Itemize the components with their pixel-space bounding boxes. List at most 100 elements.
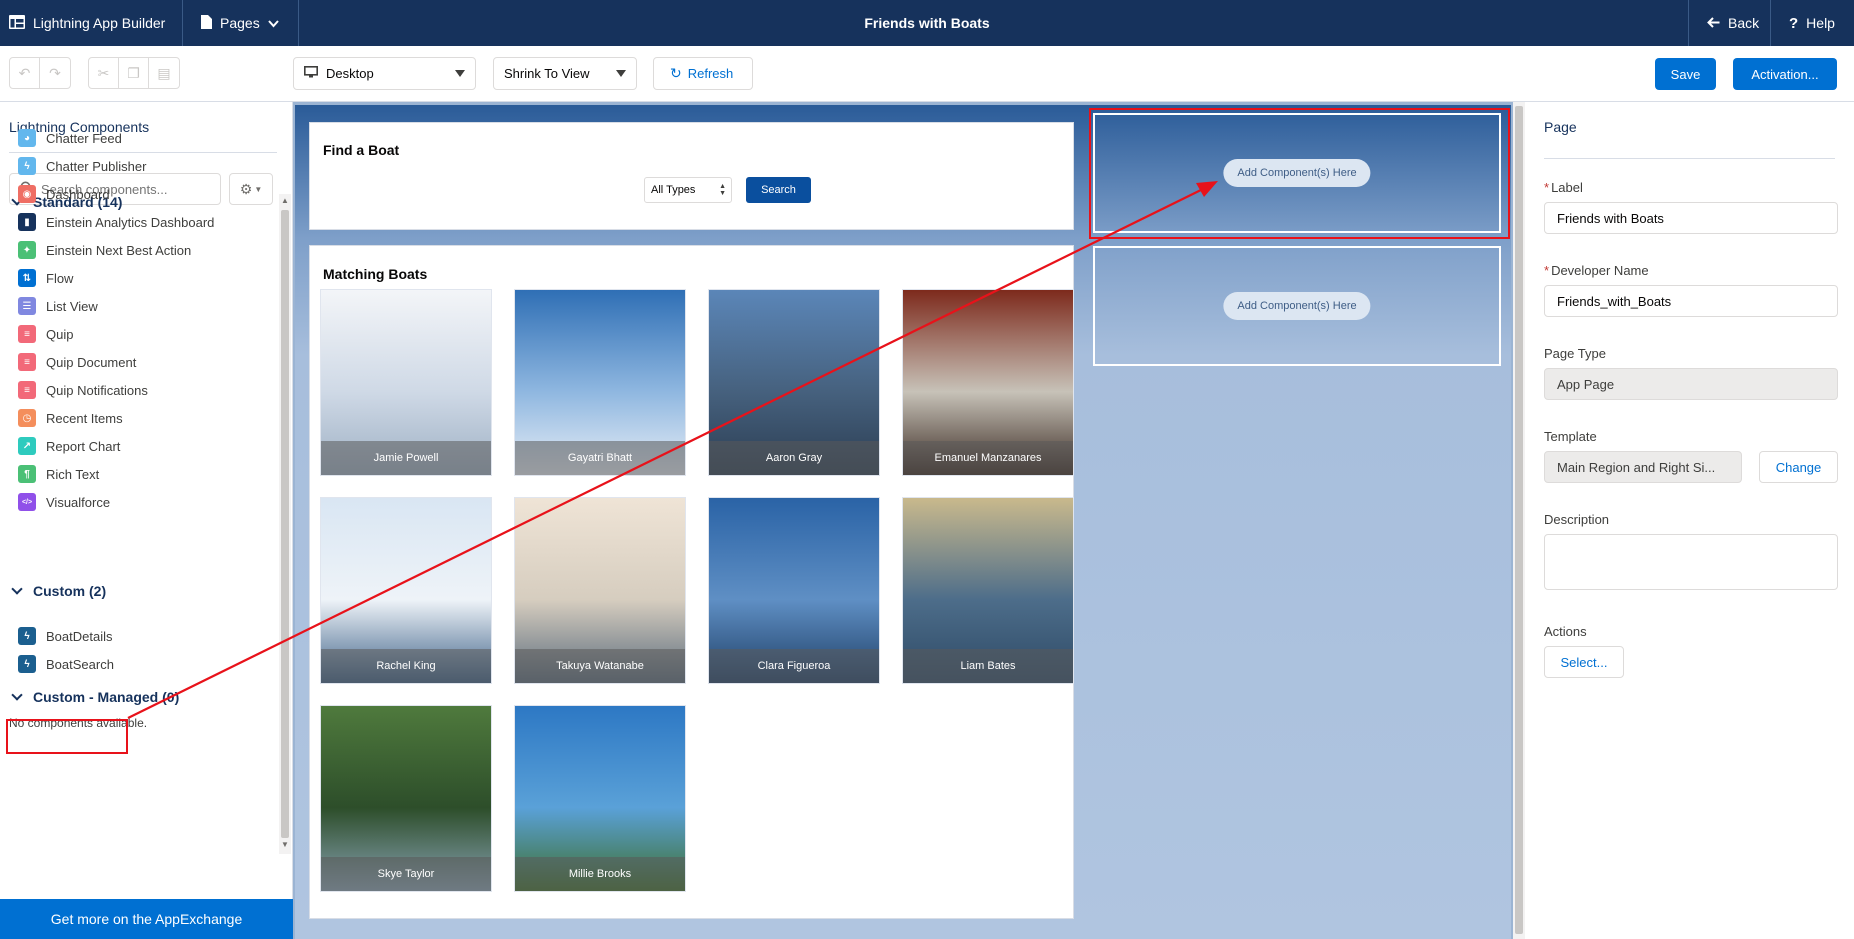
boat-tile[interactable]: Emanuel Manzanares bbox=[902, 289, 1074, 476]
component-item[interactable]: ≡ Quip Notifications bbox=[18, 380, 148, 400]
scrollbar-thumb[interactable] bbox=[1515, 106, 1523, 934]
builder-toolbar: ↶ ↷ ✂ ❐ ▤ Desktop Shrink To View ↻ Refre… bbox=[0, 46, 1854, 102]
boat-search-button[interactable]: Search bbox=[746, 177, 811, 203]
label-input[interactable]: Friends with Boats bbox=[1544, 202, 1838, 234]
component-item[interactable]: ◉ Dashboard bbox=[18, 184, 110, 204]
custom-component-item[interactable]: ϟ BoatSearch bbox=[18, 654, 114, 674]
scroll-up-icon[interactable]: ▲ bbox=[279, 196, 291, 208]
activation-button[interactable]: Activation... bbox=[1733, 58, 1837, 90]
component-item[interactable]: ≡ Quip bbox=[18, 324, 73, 344]
dev-name-field-label: * Developer Name bbox=[1544, 263, 1649, 278]
back-button[interactable]: Back bbox=[1688, 0, 1771, 46]
boat-tile[interactable]: Takuya Watanabe bbox=[514, 497, 686, 684]
find-a-boat-title: Find a Boat bbox=[323, 142, 400, 158]
custom-component-item[interactable]: ϟ BoatDetails bbox=[18, 626, 112, 646]
custom-section-header[interactable]: Custom (2) bbox=[11, 583, 106, 599]
divider bbox=[1544, 158, 1835, 159]
copy-icon[interactable]: ❐ bbox=[119, 58, 149, 88]
boat-owner-label: Liam Bates bbox=[903, 649, 1073, 683]
actions-label: Actions bbox=[1544, 624, 1587, 639]
boat-owner-label: Aaron Gray bbox=[709, 441, 879, 475]
device-select[interactable]: Desktop bbox=[293, 57, 476, 90]
cut-icon[interactable]: ✂ bbox=[89, 58, 119, 88]
properties-panel: Page * Label Friends with Boats * Develope… bbox=[1526, 102, 1854, 939]
component-item[interactable]: ↗ Report Chart bbox=[18, 436, 120, 456]
app-header: Lightning App Builder Pages Friends with… bbox=[0, 0, 1854, 46]
pages-menu[interactable]: Pages bbox=[183, 0, 299, 46]
component-item[interactable]: ¶ Rich Text bbox=[18, 464, 99, 484]
component-item[interactable]: ◷ Recent Items bbox=[18, 408, 123, 428]
add-component-bottom[interactable]: Add Component(s) Here bbox=[1223, 292, 1371, 320]
redo-icon[interactable]: ↷ bbox=[40, 58, 70, 88]
clipboard-group: ✂ ❐ ▤ bbox=[88, 57, 180, 89]
matching-boats-title: Matching Boats bbox=[323, 266, 428, 282]
app-name[interactable]: Lightning App Builder bbox=[0, 0, 183, 46]
boat-type-select[interactable]: All Types ▲ ▼ bbox=[644, 177, 732, 203]
component-item[interactable]: ◕ Chatter Feed bbox=[18, 128, 122, 148]
boat-owner-label: Gayatri Bhatt bbox=[515, 441, 685, 475]
boat-tile[interactable]: Rachel King bbox=[320, 497, 492, 684]
settings-menu-button[interactable]: ⚙ ▼ bbox=[229, 173, 273, 205]
boat-tile[interactable]: Millie Brooks bbox=[514, 705, 686, 892]
quip-icon: ≡ bbox=[18, 325, 36, 343]
component-label: Quip bbox=[46, 326, 74, 342]
component-label: Flow bbox=[46, 270, 74, 286]
developer-name-input[interactable]: Friends_with_Boats bbox=[1544, 285, 1838, 317]
page-type-value: App Page bbox=[1544, 368, 1838, 400]
undo-redo-group: ↶ ↷ bbox=[9, 57, 71, 89]
highlight-boatdetails bbox=[6, 719, 128, 754]
boat-owner-label: Rachel King bbox=[321, 649, 491, 683]
component-item[interactable]: ϟ Chatter Publisher bbox=[18, 156, 146, 176]
component-label: Chatter Feed bbox=[46, 130, 122, 146]
page-type-label: Page Type bbox=[1544, 346, 1606, 361]
lightning-bolt-icon: ϟ bbox=[18, 627, 36, 645]
scrollbar-thumb[interactable] bbox=[281, 210, 289, 838]
refresh-button[interactable]: ↻ Refresh bbox=[653, 57, 753, 90]
properties-title: Page bbox=[1544, 119, 1577, 135]
managed-section-header[interactable]: Custom - Managed (0) bbox=[11, 689, 179, 705]
component-label: BoatDetails bbox=[46, 628, 113, 644]
rich-text-icon: ¶ bbox=[18, 465, 36, 483]
actions-select-button[interactable]: Select... bbox=[1544, 646, 1624, 678]
lightning-bolt-icon: ϟ bbox=[18, 157, 36, 175]
boat-tile[interactable]: Clara Figueroa bbox=[708, 497, 880, 684]
label-field-text: Label bbox=[1551, 180, 1583, 195]
boat-tile[interactable]: Skye Taylor bbox=[320, 705, 492, 892]
appexchange-button[interactable]: Get more on the AppExchange bbox=[0, 899, 293, 939]
gear-icon: ⚙ bbox=[239, 180, 253, 197]
component-label: Quip Notifications bbox=[46, 382, 148, 398]
canvas-scrollbar[interactable] bbox=[1513, 102, 1525, 939]
device-select-value: Desktop bbox=[326, 66, 374, 81]
label-field-label: * Label bbox=[1544, 180, 1583, 195]
paste-icon[interactable]: ▤ bbox=[149, 58, 179, 88]
quip-icon: ≡ bbox=[18, 381, 36, 399]
boat-tile[interactable]: Jamie Powell bbox=[320, 289, 492, 476]
description-textarea[interactable] bbox=[1544, 534, 1838, 590]
right-region-bottom[interactable]: Add Component(s) Here bbox=[1093, 246, 1501, 366]
view-select[interactable]: Shrink To View bbox=[493, 57, 637, 90]
page-icon bbox=[201, 14, 212, 32]
view-select-value: Shrink To View bbox=[504, 66, 590, 81]
required-marker: * bbox=[1544, 263, 1550, 278]
caret-down-icon: ▼ bbox=[254, 184, 263, 194]
component-item[interactable]: ▮ Einstein Analytics Dashboard bbox=[18, 212, 214, 232]
component-label: List View bbox=[46, 298, 98, 314]
undo-icon[interactable]: ↶ bbox=[10, 58, 40, 88]
component-label: Chatter Publisher bbox=[46, 158, 147, 174]
boat-tile[interactable]: Liam Bates bbox=[902, 497, 1074, 684]
component-item[interactable]: ⇅ Flow bbox=[18, 268, 73, 288]
component-item[interactable]: ≡ Quip Document bbox=[18, 352, 136, 372]
component-item[interactable]: ✦ Einstein Next Best Action bbox=[18, 240, 191, 260]
boat-tile[interactable]: Gayatri Bhatt bbox=[514, 289, 686, 476]
components-scrollbar[interactable]: ▲ ▼ bbox=[279, 194, 291, 854]
boat-tile[interactable]: Aaron Gray bbox=[708, 289, 880, 476]
component-item[interactable]: </> Visualforce bbox=[18, 492, 110, 512]
change-template-button[interactable]: Change bbox=[1759, 451, 1838, 483]
save-button[interactable]: Save bbox=[1655, 58, 1716, 90]
question-icon: ? bbox=[1789, 14, 1799, 32]
component-label: Einstein Analytics Dashboard bbox=[46, 214, 215, 230]
analytics-bars-icon: ▮ bbox=[18, 213, 36, 231]
scroll-down-icon[interactable]: ▼ bbox=[279, 840, 291, 852]
component-item[interactable]: ☰ List View bbox=[18, 296, 98, 316]
help-button[interactable]: ? Help bbox=[1771, 0, 1854, 46]
